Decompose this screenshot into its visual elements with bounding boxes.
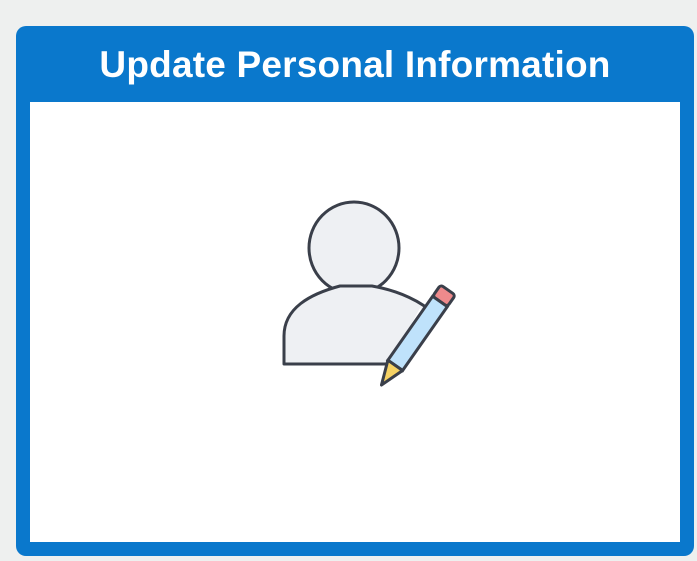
tile-title: Update Personal Information <box>99 44 611 85</box>
person-edit-icon <box>282 200 458 396</box>
person-head <box>307 200 401 296</box>
tile-body <box>30 102 680 542</box>
tile-header: Update Personal Information <box>16 26 694 104</box>
update-personal-information-tile[interactable]: Update Personal Information <box>16 26 694 556</box>
